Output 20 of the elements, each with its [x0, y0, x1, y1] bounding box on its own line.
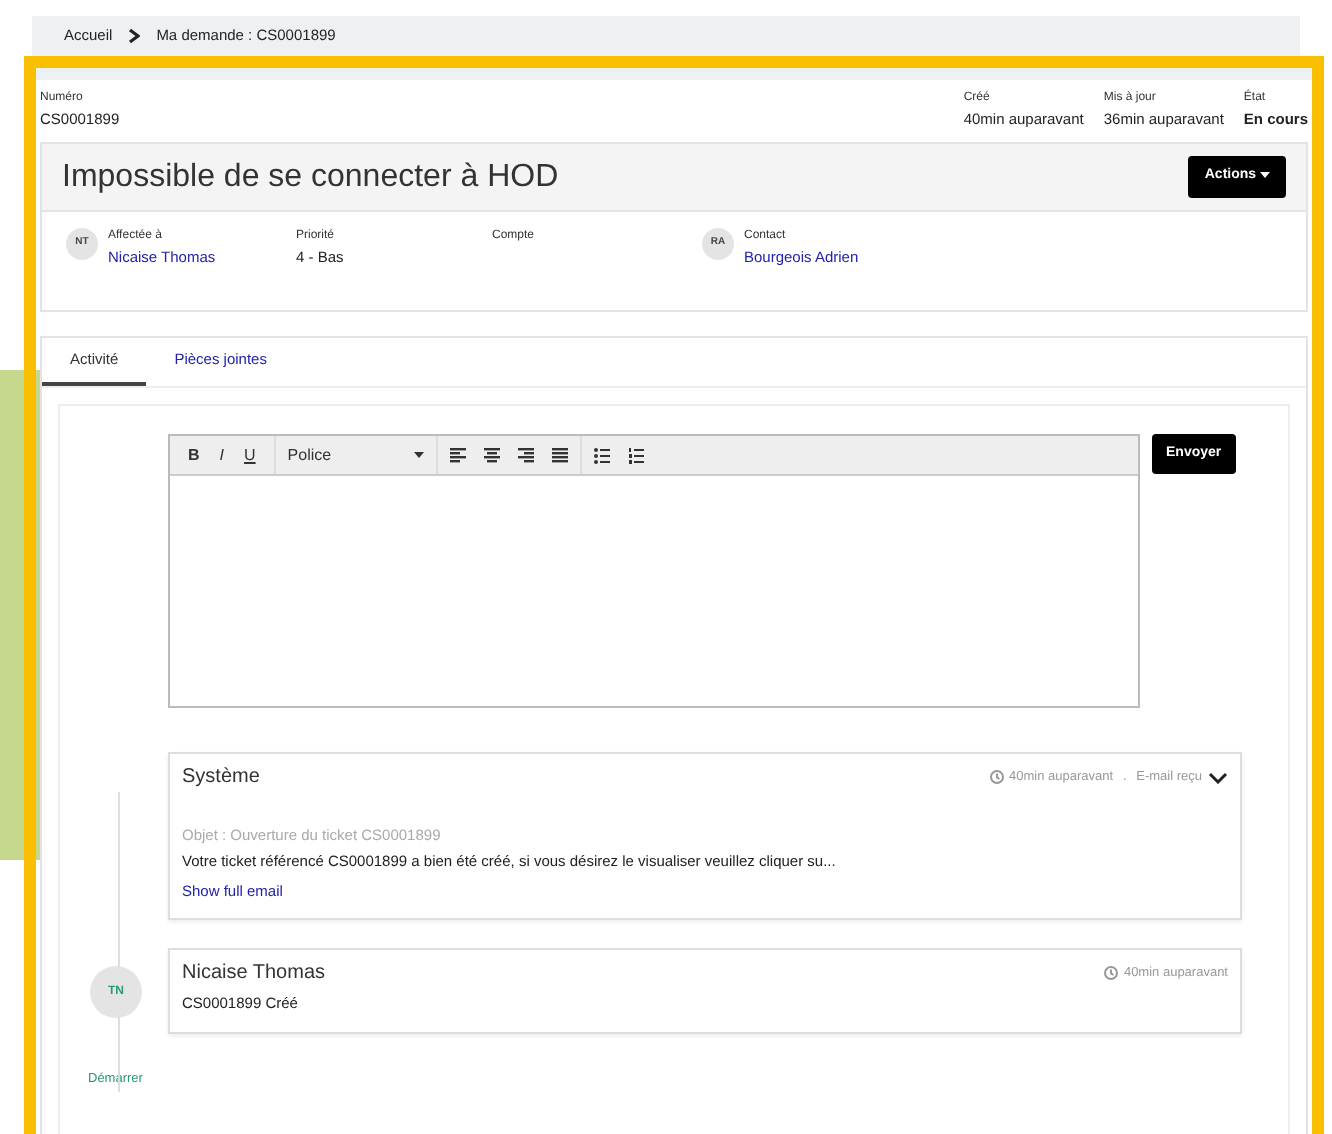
format-button[interactable]: I: [213, 443, 231, 467]
author-name: Nicaise Thomas: [182, 960, 326, 989]
chevron-right-icon: [128, 28, 141, 44]
clock-icon: [989, 770, 1004, 784]
ticket-title: Impossible de se connecter à HOD: [62, 157, 559, 197]
caret-down-icon: [1260, 171, 1270, 178]
align-right-icon: [517, 447, 534, 463]
align-center-icon: [483, 447, 500, 463]
numbered-list-icon: [627, 447, 644, 463]
format-button[interactable]: B: [182, 443, 206, 467]
author-name: Système: [182, 764, 260, 792]
caret-down-icon: [413, 451, 424, 458]
align-left-icon: [449, 447, 466, 463]
chevron-down-icon: [1208, 771, 1228, 783]
format-button[interactable]: U: [238, 443, 262, 467]
justify-icon: [551, 447, 568, 463]
bullet-list-icon: [593, 447, 610, 463]
text-editor[interactable]: B I U Police: [168, 434, 1140, 708]
clock-icon: [1103, 966, 1118, 981]
font-dropdown[interactable]: Police: [287, 443, 424, 467]
